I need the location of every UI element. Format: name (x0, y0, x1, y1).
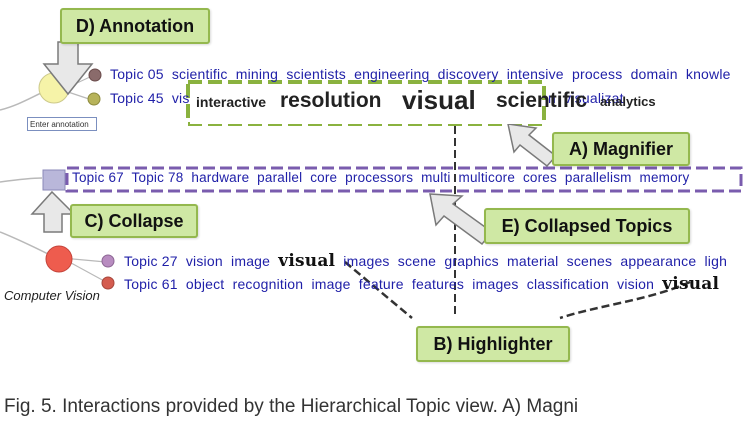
annotation-label: D) Annotation (60, 8, 210, 44)
collapse-arrow-icon (30, 190, 76, 233)
collapsed-topics-label: E) Collapsed Topics (484, 208, 690, 244)
magnifier-content: interactive resolution visual scientific… (190, 84, 656, 124)
topic-id: Topic 05 (110, 66, 164, 82)
collapsed-topics-square[interactable] (42, 169, 66, 191)
topic-61-node[interactable] (101, 276, 115, 290)
topic-words-prefix: vis (171, 90, 190, 106)
topic-27-node[interactable] (101, 254, 115, 268)
topic-words: images scene graphics material scenes ap… (343, 253, 728, 269)
topic-id: Topic 27 (124, 253, 178, 269)
magnifier-word: resolution (280, 89, 382, 112)
tree-edge (0, 177, 43, 183)
magnifier-arrow-icon (507, 123, 558, 168)
highlighted-word: visual (278, 251, 336, 271)
topic-words: scientific mining scientists engineering… (171, 66, 731, 82)
collapsed-topics-arrow-icon (429, 193, 494, 246)
figure-caption: Fig. 5. Interactions provided by the Hie… (4, 396, 579, 417)
magnifier-word: analytics (600, 94, 656, 109)
collapsed-topic-words: hardware parallel core processors multi … (191, 170, 690, 185)
topic-id: Topic 61 (124, 276, 178, 292)
annotation-input[interactable]: Enter annotation (27, 117, 97, 131)
topic-61-row[interactable]: Topic 61 object recognition image featur… (124, 274, 723, 294)
magnifier-word: interactive (196, 94, 267, 110)
magnifier-label: A) Magnifier (552, 132, 690, 166)
topic-27-row[interactable]: Topic 27 vision image visual images scen… (124, 251, 731, 271)
topic-05-row[interactable]: Topic 05 scientific mining scientists en… (110, 66, 735, 82)
computer-vision-node[interactable] (45, 245, 73, 273)
topic-id: Topic 45 (110, 90, 164, 106)
magnifier-word: visual (402, 85, 476, 115)
collapsed-topic-ids: Topic 67 Topic 78 (72, 170, 184, 185)
node-label: Computer Vision (4, 288, 100, 303)
collapsed-topics-row[interactable]: Topic 67 Topic 78 hardware parallel core… (72, 170, 693, 185)
highlighter-label: B) Highlighter (416, 326, 570, 362)
topic-45-row[interactable]: Topic 45 vis (110, 90, 194, 106)
topic-words: object recognition image feature feature… (185, 276, 655, 292)
tree-edge (0, 231, 53, 257)
highlighted-word: visual (662, 274, 720, 294)
collapse-label: C) Collapse (70, 204, 198, 238)
topic-45-node[interactable] (87, 92, 101, 106)
magnifier-word: scientific (496, 89, 588, 112)
topic-05-node[interactable] (88, 68, 102, 82)
topic-words: vision image (185, 253, 271, 269)
